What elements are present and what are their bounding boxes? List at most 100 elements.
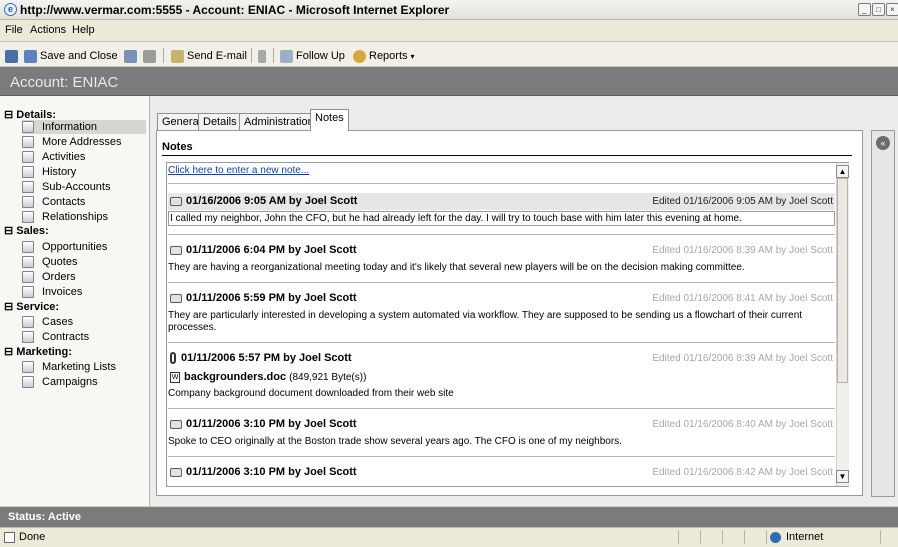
note-title: 01/11/2006 3:10 PM by Joel Scott [186, 466, 357, 478]
note-pin-icon [170, 467, 182, 477]
follow-up-button[interactable]: Follow Up [280, 49, 345, 63]
save-and-close-button[interactable]: Save and Close [24, 49, 118, 63]
notes-section-title: Notes [162, 141, 193, 153]
nav-item-label: Information [42, 121, 98, 133]
note-edited: Edited 01/16/2006 8:42 AM by Joel Scott [652, 467, 833, 478]
save-new-icon [124, 49, 137, 63]
nav-item-orders[interactable]: Orders [22, 270, 146, 284]
tab-notes[interactable]: Notes [310, 109, 349, 131]
nav-item-quotes[interactable]: Quotes [22, 255, 146, 269]
save-button[interactable] [5, 49, 21, 63]
nav-item-label: History [42, 166, 77, 178]
nav-item-marketing-lists[interactable]: Marketing Lists [22, 360, 146, 374]
relationships-icon [22, 211, 34, 223]
scrollbar-thumb[interactable] [837, 178, 848, 383]
nav-item-campaigns[interactable]: Campaigns [22, 375, 146, 389]
follow-up-label: Follow Up [296, 50, 345, 62]
activities-icon [22, 151, 34, 163]
note-pin-icon [170, 196, 182, 206]
maximize-icon[interactable]: □ [872, 3, 885, 16]
chevron-down-icon: ▾ [410, 51, 415, 61]
nav-item-relationships[interactable]: Relationships [22, 210, 146, 224]
nav-item-history[interactable]: History [22, 165, 146, 179]
nav-item-contracts[interactable]: Contracts [22, 330, 146, 344]
print-button[interactable] [143, 49, 159, 63]
nav-item-label: Relationships [42, 211, 109, 223]
scroll-down-icon[interactable]: ▼ [836, 470, 849, 483]
marketing-lists-icon [22, 361, 34, 373]
nav-section-sales[interactable]: ⊟ Sales: [4, 224, 49, 237]
attachment-link[interactable]: Wbackgrounders.doc (849,921 Byte(s)) [170, 371, 366, 383]
collapse-icon[interactable]: « [876, 136, 890, 150]
paperclip-icon [258, 49, 266, 63]
attach-button[interactable] [258, 49, 269, 63]
note-header[interactable]: 01/11/2006 3:10 PM by Joel Scott Edited … [168, 417, 835, 434]
divider [168, 342, 835, 343]
note-title: 01/11/2006 5:59 PM by Joel Scott [186, 292, 357, 304]
nav-section-sales-label: Sales: [16, 225, 49, 237]
follow-up-icon [280, 49, 293, 63]
close-icon[interactable]: × [886, 3, 898, 16]
right-rail [871, 130, 895, 497]
note-header[interactable]: 01/11/2006 5:59 PM by Joel Scott Edited … [168, 291, 835, 308]
send-email-button[interactable]: Send E-mail [171, 49, 247, 63]
note-title: 01/11/2006 3:10 PM by Joel Scott [186, 418, 357, 430]
note-title: 01/11/2006 6:04 PM by Joel Scott [186, 244, 357, 256]
note-header[interactable]: 01/16/2006 9:05 AM by Joel Scott Edited … [168, 193, 835, 210]
nav-item-activities[interactable]: Activities [22, 150, 146, 164]
nav-section-service-label: Service: [16, 301, 60, 313]
save-new-button[interactable] [124, 49, 140, 63]
page-icon [4, 531, 15, 543]
nav-item-label: Orders [42, 271, 76, 283]
contracts-icon [22, 331, 34, 343]
nav-item-label: More Addresses [42, 136, 122, 148]
note-edited: Edited 01/16/2006 8:40 AM by Joel Scott [652, 419, 833, 430]
campaigns-icon [22, 376, 34, 388]
note-body-text: I called my neighbor, John the CFO, but … [170, 213, 742, 224]
nav-item-label: Sub-Accounts [42, 181, 111, 193]
tab-details[interactable]: Details [198, 113, 242, 130]
divider [168, 234, 835, 235]
send-email-label: Send E-mail [187, 50, 247, 62]
reports-button[interactable]: Reports ▾ [353, 49, 415, 63]
record-status-bar [0, 507, 898, 527]
note-body: They are having a reorganizational meeti… [168, 262, 745, 273]
note-body: Company background document downloaded f… [168, 388, 454, 399]
note-pin-icon [170, 293, 182, 303]
nav-item-sub-accounts[interactable]: Sub-Accounts [22, 180, 146, 194]
menu-help[interactable]: Help [72, 24, 95, 36]
nav-item-label: Invoices [42, 286, 83, 298]
nav-item-label: Activities [42, 151, 86, 163]
note-header[interactable]: 01/11/2006 5:57 PM by Joel Scott Edited … [168, 351, 835, 368]
note-edited: Edited 01/16/2006 9:05 AM by Joel Scott [652, 196, 833, 207]
status-separator [766, 530, 767, 544]
status-separator [744, 530, 745, 544]
nav-item-more-addresses[interactable]: More Addresses [22, 135, 146, 149]
history-icon [22, 166, 34, 178]
note-header[interactable]: 01/11/2006 3:10 PM by Joel Scott Edited … [168, 465, 835, 482]
attachment-size: (849,921 Byte(s)) [289, 372, 367, 383]
note-title: 01/16/2006 9:05 AM by Joel Scott [186, 195, 358, 207]
information-icon [22, 121, 34, 133]
note-body-editor[interactable]: I called my neighbor, John the CFO, but … [168, 211, 835, 226]
minimize-icon[interactable]: _ [858, 3, 871, 16]
nav-item-opportunities[interactable]: Opportunities [22, 240, 146, 254]
note-title: 01/11/2006 5:57 PM by Joel Scott [181, 352, 352, 364]
nav-item-label: Campaigns [42, 376, 98, 388]
nav-item-invoices[interactable]: Invoices [22, 285, 146, 299]
menu-actions[interactable]: Actions [30, 24, 66, 36]
new-note-link[interactable]: Click here to enter a new note... [168, 165, 309, 176]
nav-item-contacts[interactable]: Contacts [22, 195, 146, 209]
note-body: They are particularly interested in deve… [168, 310, 803, 333]
nav-item-cases[interactable]: Cases [22, 315, 146, 329]
scroll-up-icon[interactable]: ▲ [836, 165, 849, 178]
divider [168, 183, 835, 184]
tab-administration[interactable]: Administration [239, 113, 319, 130]
nav-section-service[interactable]: ⊟ Service: [4, 300, 59, 313]
attachment-name: backgrounders.doc [184, 371, 287, 383]
nav-section-marketing[interactable]: ⊟ Marketing: [4, 345, 72, 358]
menu-file[interactable]: File [5, 24, 23, 36]
nav-item-information[interactable]: Information [22, 120, 146, 134]
status-separator [722, 530, 723, 544]
note-header[interactable]: 01/11/2006 6:04 PM by Joel Scott Edited … [168, 243, 835, 260]
